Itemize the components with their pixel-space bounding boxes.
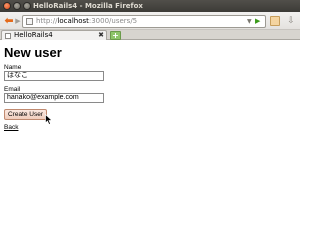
new-tab-button[interactable]: +	[110, 31, 121, 40]
name-label: Name	[4, 64, 22, 71]
navigation-toolbar: ⬅ ▶ http://localhost:3000/users/5 ▼ ▶ ⇩	[0, 12, 300, 30]
page-favicon-icon	[26, 18, 33, 25]
url-text[interactable]: http://localhost:3000/users/5	[36, 16, 137, 27]
url-history-dropdown-icon[interactable]: ▼	[247, 16, 252, 27]
minimize-window-button[interactable]	[13, 2, 21, 10]
bookmarks-button[interactable]	[270, 16, 280, 26]
arrow-left-icon: ⬅	[4, 14, 14, 27]
url-bar[interactable]: http://localhost:3000/users/5 ▼ ▶	[22, 15, 266, 28]
arrow-right-icon: ▶	[15, 17, 21, 25]
window-title: HelloRails4 - Mozilla Firefox	[33, 2, 143, 10]
forward-button[interactable]: ▶	[14, 17, 22, 25]
close-tab-icon[interactable]: ✖	[98, 31, 104, 40]
tab-hellorails4[interactable]: HelloRails4 ✖	[1, 30, 107, 40]
go-arrow-icon[interactable]: ▶	[255, 16, 260, 27]
email-field[interactable]: hanako@example.com	[4, 93, 104, 103]
url-prefix: http://	[36, 17, 58, 25]
close-window-button[interactable]	[3, 2, 11, 10]
page-content: New user Name はなこ Email hanako@example.c…	[0, 41, 300, 247]
window-titlebar: HelloRails4 - Mozilla Firefox	[0, 0, 300, 12]
mouse-cursor-icon	[45, 114, 53, 125]
back-link[interactable]: Back	[4, 124, 18, 131]
page-title: New user	[4, 45, 62, 60]
url-path: :3000/users/5	[88, 17, 138, 25]
create-user-button[interactable]: Create User	[4, 109, 47, 120]
url-host: localhost	[57, 17, 89, 25]
name-field[interactable]: はなこ	[4, 71, 104, 81]
tab-bar: HelloRails4 ✖ +	[0, 30, 300, 40]
email-label: Email	[4, 86, 21, 93]
download-icon[interactable]: ⇩	[285, 15, 297, 27]
tab-page-icon	[5, 33, 11, 39]
tab-label: HelloRails4	[14, 31, 53, 39]
maximize-window-button[interactable]	[23, 2, 31, 10]
window-controls	[3, 2, 31, 10]
